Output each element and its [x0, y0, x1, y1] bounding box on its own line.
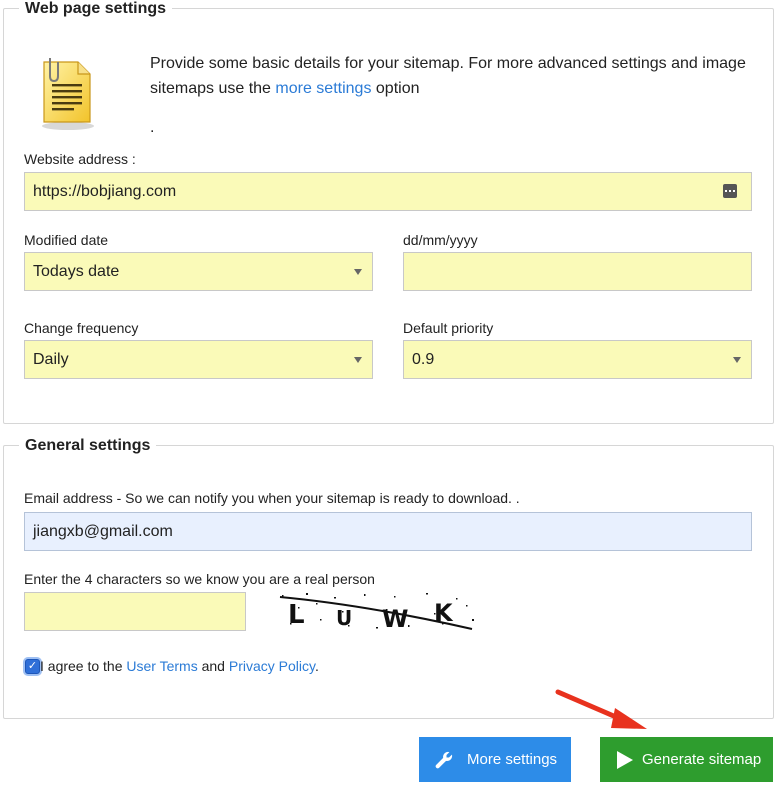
captcha-image: L U W K	[279, 593, 474, 633]
generate-sitemap-button[interactable]: Generate sitemap	[600, 737, 773, 782]
change-frequency-value: Daily	[33, 350, 69, 368]
agree-text-before: I agree to the	[40, 658, 123, 674]
chevron-down-icon	[354, 357, 362, 363]
more-options-icon[interactable]	[723, 184, 737, 198]
change-frequency-label: Change frequency	[24, 320, 139, 336]
intro-dot: .	[150, 119, 155, 136]
email-value: jiangxb@gmail.com	[33, 522, 173, 540]
more-settings-button[interactable]: More settings	[419, 737, 571, 782]
user-terms-link[interactable]: User Terms	[126, 658, 197, 674]
agree-text-mid: and	[201, 658, 225, 674]
agree-checkbox[interactable]: ✓	[25, 659, 40, 674]
date-format-label: dd/mm/yyyy	[403, 232, 478, 248]
website-address-value: https://bobjiang.com	[33, 182, 177, 200]
captcha-char: L	[288, 600, 305, 630]
chevron-down-icon	[354, 269, 362, 275]
wrench-icon	[435, 751, 453, 769]
agree-text: I agree to the User Terms and Privacy Po…	[40, 658, 319, 674]
more-settings-link[interactable]: more settings	[275, 80, 371, 97]
document-clip-icon	[42, 58, 94, 130]
captcha-char: W	[382, 605, 408, 633]
generate-sitemap-label: Generate sitemap	[642, 751, 762, 768]
web-page-settings-panel: Web page settings Provide some basic det…	[3, 0, 774, 424]
red-arrow-icon	[555, 689, 647, 729]
change-frequency-select[interactable]: Daily	[24, 340, 373, 379]
default-priority-value: 0.9	[412, 350, 435, 368]
web-page-settings-legend: Web page settings	[19, 0, 173, 18]
captcha-char: U	[336, 606, 352, 630]
modified-date-value: Todays date	[33, 262, 120, 280]
general-settings-panel: General settings Email address - So we c…	[3, 437, 774, 719]
general-settings-legend: General settings	[19, 437, 157, 455]
agree-text-after: .	[314, 658, 319, 674]
intro-text-after: option	[375, 80, 420, 97]
privacy-policy-link[interactable]: Privacy Policy	[229, 658, 315, 674]
modified-date-label: Modified date	[24, 232, 109, 248]
email-input[interactable]: jiangxb@gmail.com	[24, 512, 752, 551]
intro-text-before: Provide some basic details for your site…	[150, 55, 746, 97]
play-icon	[617, 751, 633, 769]
chevron-down-icon	[733, 357, 741, 363]
date-input[interactable]	[403, 252, 752, 291]
intro-text: Provide some basic details for your site…	[150, 51, 770, 101]
captcha-input[interactable]	[24, 592, 246, 631]
default-priority-select[interactable]: 0.9	[403, 340, 752, 379]
default-priority-label: Default priority	[403, 320, 494, 336]
email-label: Email address - So we can notify you whe…	[24, 490, 520, 506]
website-address-input[interactable]: https://bobjiang.com	[24, 172, 752, 211]
website-address-label: Website address :	[24, 151, 136, 167]
more-settings-label: More settings	[467, 751, 558, 768]
captcha-label: Enter the 4 characters so we know you ar…	[24, 571, 375, 587]
modified-date-select[interactable]: Todays date	[24, 252, 373, 291]
